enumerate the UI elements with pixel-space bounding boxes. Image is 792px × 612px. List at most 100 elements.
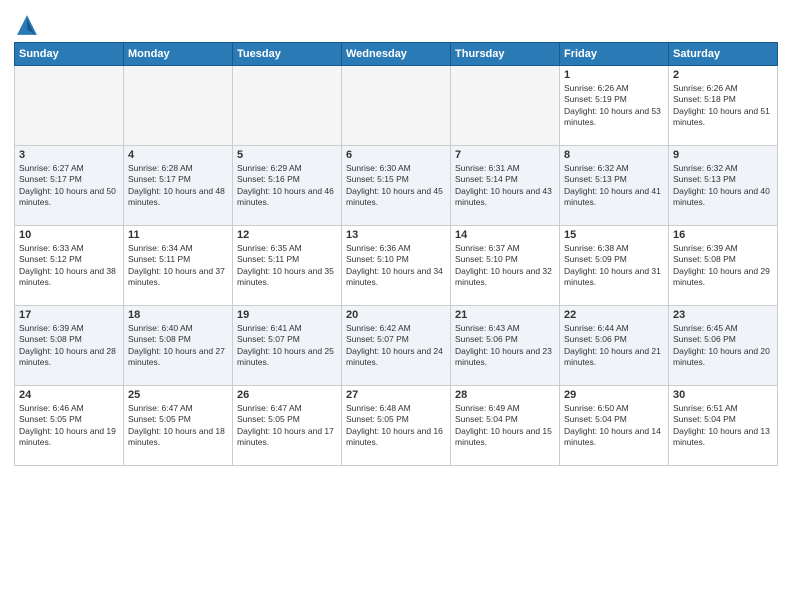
cell-info: Daylight: 10 hours and 17 minutes. — [237, 426, 337, 449]
cell-info: Sunset: 5:16 PM — [237, 174, 337, 185]
calendar-table: SundayMondayTuesdayWednesdayThursdayFrid… — [14, 42, 778, 466]
cell-info: Sunrise: 6:28 AM — [128, 163, 228, 174]
cell-info: Sunset: 5:10 PM — [346, 254, 446, 265]
cell-info: Sunrise: 6:38 AM — [564, 243, 664, 254]
cell-info: Daylight: 10 hours and 13 minutes. — [673, 426, 773, 449]
calendar-cell: 14Sunrise: 6:37 AMSunset: 5:10 PMDayligh… — [451, 226, 560, 306]
weekday-header-friday: Friday — [560, 43, 669, 66]
calendar-cell: 13 Sunrise: 6:36 AMSunset: 5:10 PMDayligh… — [342, 226, 451, 306]
cell-info: Sunset: 5:14 PM — [455, 174, 555, 185]
day-number: 27 — [346, 389, 446, 401]
cell-info: Daylight: 10 hours and 35 minutes. — [237, 266, 337, 289]
cell-info: Sunrise: 6:33 AM — [19, 243, 119, 254]
week-row-3: 10Sunrise: 6:33 AMSunset: 5:12 PMDayligh… — [15, 226, 778, 306]
cell-info: Sunset: 5:18 PM — [673, 94, 773, 105]
cell-info: Sunset: 5:06 PM — [455, 334, 555, 345]
cell-info: Daylight: 10 hours and 27 minutes. — [128, 346, 228, 369]
weekday-header-sunday: Sunday — [15, 43, 124, 66]
calendar-cell: 21Sunrise: 6:43 AMSunset: 5:06 PMDayligh… — [451, 306, 560, 386]
day-number: 13 — [346, 229, 446, 241]
cell-info: Sunset: 5:17 PM — [128, 174, 228, 185]
cell-info: Sunset: 5:05 PM — [346, 414, 446, 425]
cell-info: Sunset: 5:05 PM — [19, 414, 119, 425]
weekday-header-tuesday: Tuesday — [233, 43, 342, 66]
cell-info: Daylight: 10 hours and 50 minutes. — [19, 186, 119, 209]
cell-info: Sunset: 5:05 PM — [128, 414, 228, 425]
cell-info: Sunset: 5:13 PM — [564, 174, 664, 185]
cell-info: Sunset: 5:19 PM — [564, 94, 664, 105]
cell-info: Sunrise: 6:31 AM — [455, 163, 555, 174]
cell-info: Daylight: 10 hours and 43 minutes. — [455, 186, 555, 209]
weekday-header-wednesday: Wednesday — [342, 43, 451, 66]
cell-info: Daylight: 10 hours and 45 minutes. — [346, 186, 446, 209]
cell-info: Sunset: 5:13 PM — [673, 174, 773, 185]
cell-info: Sunrise: 6:42 AM — [346, 323, 446, 334]
calendar-cell: 3Sunrise: 6:27 AMSunset: 5:17 PMDaylight… — [15, 146, 124, 226]
calendar-cell: 10Sunrise: 6:33 AMSunset: 5:12 PMDayligh… — [15, 226, 124, 306]
day-number: 28 — [455, 389, 555, 401]
day-number: 30 — [673, 389, 773, 401]
calendar-cell: 30Sunrise: 6:51 AMSunset: 5:04 PMDayligh… — [669, 386, 778, 466]
calendar-cell: 18Sunrise: 6:40 AMSunset: 5:08 PMDayligh… — [124, 306, 233, 386]
weekday-header-monday: Monday — [124, 43, 233, 66]
day-number: 23 — [673, 309, 773, 321]
cell-info: Sunset: 5:11 PM — [237, 254, 337, 265]
cell-info: Daylight: 10 hours and 53 minutes. — [564, 106, 664, 129]
day-number: 19 — [237, 309, 337, 321]
calendar-cell: 17Sunrise: 6:39 AMSunset: 5:08 PMDayligh… — [15, 306, 124, 386]
cell-info: Daylight: 10 hours and 23 minutes. — [455, 346, 555, 369]
calendar-cell: 19Sunrise: 6:41 AMSunset: 5:07 PMDayligh… — [233, 306, 342, 386]
calendar-cell — [124, 66, 233, 146]
cell-info: Sunset: 5:15 PM — [346, 174, 446, 185]
day-number: 17 — [19, 309, 119, 321]
cell-info: Daylight: 10 hours and 29 minutes. — [673, 266, 773, 289]
week-row-1: 1Sunrise: 6:26 AMSunset: 5:19 PMDaylight… — [15, 66, 778, 146]
logo-icon — [16, 14, 38, 36]
weekday-header-thursday: Thursday — [451, 43, 560, 66]
cell-info: Daylight: 10 hours and 28 minutes. — [19, 346, 119, 369]
cell-info: Sunrise: 6:45 AM — [673, 323, 773, 334]
calendar-cell: 27Sunrise: 6:48 AMSunset: 5:05 PMDayligh… — [342, 386, 451, 466]
cell-info: Sunrise: 6:30 AM — [346, 163, 446, 174]
day-number: 11 — [128, 229, 228, 241]
calendar-cell: 26Sunrise: 6:47 AMSunset: 5:05 PMDayligh… — [233, 386, 342, 466]
calendar-cell: 23Sunrise: 6:45 AMSunset: 5:06 PMDayligh… — [669, 306, 778, 386]
day-number: 5 — [237, 149, 337, 161]
page-container: SundayMondayTuesdayWednesdayThursdayFrid… — [0, 0, 792, 472]
day-number: 18 — [128, 309, 228, 321]
cell-info: Sunrise: 6:26 AM — [564, 83, 664, 94]
day-number: 21 — [455, 309, 555, 321]
calendar-cell — [233, 66, 342, 146]
day-number: 29 — [564, 389, 664, 401]
cell-info: Daylight: 10 hours and 20 minutes. — [673, 346, 773, 369]
header — [14, 10, 778, 36]
weekday-header-saturday: Saturday — [669, 43, 778, 66]
cell-info: Sunset: 5:17 PM — [19, 174, 119, 185]
cell-info: Sunset: 5:08 PM — [19, 334, 119, 345]
day-number: 26 — [237, 389, 337, 401]
cell-info: Daylight: 10 hours and 34 minutes. — [346, 266, 446, 289]
cell-info: Sunrise: 6:41 AM — [237, 323, 337, 334]
cell-info: Daylight: 10 hours and 40 minutes. — [673, 186, 773, 209]
day-number: 22 — [564, 309, 664, 321]
cell-info: Daylight: 10 hours and 21 minutes. — [564, 346, 664, 369]
cell-info: Sunset: 5:05 PM — [237, 414, 337, 425]
cell-info: Sunrise: 6:27 AM — [19, 163, 119, 174]
calendar-cell: 28Sunrise: 6:49 AMSunset: 5:04 PMDayligh… — [451, 386, 560, 466]
calendar-cell — [451, 66, 560, 146]
day-number: 9 — [673, 149, 773, 161]
day-number: 16 — [673, 229, 773, 241]
cell-info: Daylight: 10 hours and 31 minutes. — [564, 266, 664, 289]
cell-info: Daylight: 10 hours and 15 minutes. — [455, 426, 555, 449]
calendar-cell: 29Sunrise: 6:50 AMSunset: 5:04 PMDayligh… — [560, 386, 669, 466]
day-number: 2 — [673, 69, 773, 81]
day-number: 12 — [237, 229, 337, 241]
calendar-cell: 25Sunrise: 6:47 AMSunset: 5:05 PMDayligh… — [124, 386, 233, 466]
calendar-cell: 5Sunrise: 6:29 AMSunset: 5:16 PMDaylight… — [233, 146, 342, 226]
cell-info: Sunset: 5:09 PM — [564, 254, 664, 265]
cell-info: Sunset: 5:06 PM — [564, 334, 664, 345]
cell-info: Sunrise: 6:36 AM — [346, 243, 446, 254]
cell-info: Sunset: 5:04 PM — [455, 414, 555, 425]
day-number: 25 — [128, 389, 228, 401]
day-number: 6 — [346, 149, 446, 161]
